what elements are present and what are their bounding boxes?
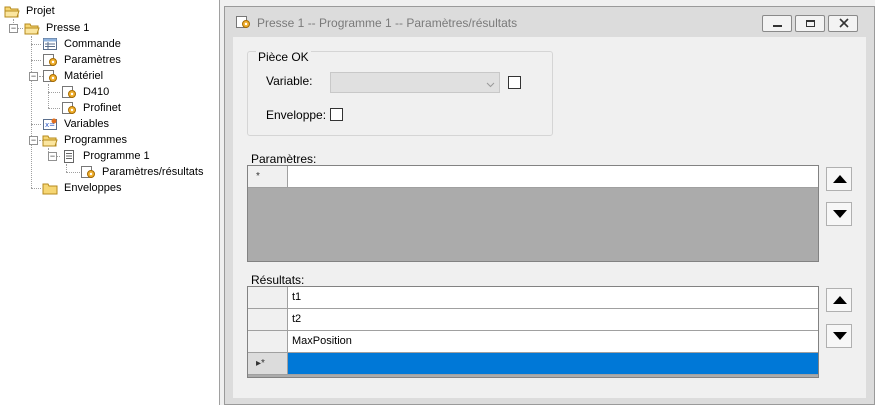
tree-item-parametres[interactable]: Paramètres bbox=[42, 52, 132, 68]
enveloppe-checkbox[interactable] bbox=[330, 108, 343, 121]
minimize-button[interactable] bbox=[762, 15, 792, 32]
expand-materiel-toggle[interactable]: − bbox=[29, 72, 38, 81]
resultats-grid[interactable]: t1 t2 MaxPosition ▸* bbox=[247, 286, 819, 378]
window-client-area: Pièce OK Variable: Enveloppe: Paramètres… bbox=[233, 37, 866, 398]
row-header bbox=[248, 309, 288, 330]
variable-label: Variable: bbox=[266, 74, 313, 88]
arrow-down-icon bbox=[833, 332, 847, 340]
tree-item-profinet[interactable]: Profinet bbox=[61, 100, 131, 116]
arrow-up-icon bbox=[833, 296, 847, 304]
resultats-label: Résultats: bbox=[251, 273, 305, 287]
tree-item-presse[interactable]: Presse 1 bbox=[24, 20, 94, 36]
variable-checkbox[interactable] bbox=[508, 76, 521, 89]
settings-document-icon bbox=[61, 85, 77, 99]
piece-ok-group: Pièce OK Variable: Enveloppe: bbox=[247, 50, 553, 136]
tree-item-projet[interactable]: Projet bbox=[4, 3, 64, 19]
resultats-move-up-button[interactable] bbox=[826, 288, 852, 312]
settings-document-icon bbox=[61, 101, 77, 115]
tree-item-enveloppes[interactable]: Enveloppes bbox=[42, 180, 132, 196]
project-tree[interactable]: Projet − Presse 1 Commande Paramètres − … bbox=[0, 0, 220, 405]
expand-programme1-toggle[interactable]: − bbox=[48, 152, 57, 161]
row-header: ▸* bbox=[248, 353, 288, 374]
settings-document-icon bbox=[42, 69, 58, 83]
variable-combobox[interactable] bbox=[330, 72, 500, 93]
folder-open-icon bbox=[4, 4, 20, 18]
table-row[interactable]: t1 bbox=[248, 287, 818, 309]
expand-programmes-toggle[interactable]: − bbox=[29, 136, 38, 145]
table-row[interactable]: MaxPosition bbox=[248, 331, 818, 353]
resultats-move-down-button[interactable] bbox=[826, 324, 852, 348]
row-header bbox=[248, 287, 288, 308]
window-titlebar[interactable]: Presse 1 -- Programme 1 -- Paramètres/ré… bbox=[225, 7, 874, 37]
expand-presse-toggle[interactable]: − bbox=[9, 24, 18, 33]
resultat-cell[interactable]: MaxPosition bbox=[292, 331, 352, 352]
tree-item-materiel[interactable]: Matériel bbox=[42, 68, 122, 84]
resultat-cell[interactable]: t2 bbox=[292, 309, 301, 330]
arrow-up-icon bbox=[833, 175, 847, 183]
parametres-label: Paramètres: bbox=[251, 152, 317, 166]
variables-icon: x= bbox=[42, 117, 58, 131]
minimize-icon bbox=[773, 25, 782, 27]
parametres-new-row[interactable]: * bbox=[248, 166, 818, 188]
tree-item-programmes[interactable]: Programmes bbox=[42, 132, 132, 148]
settings-document-icon bbox=[80, 165, 96, 179]
window-icon bbox=[235, 15, 251, 32]
row-header bbox=[248, 331, 288, 352]
close-icon bbox=[838, 17, 850, 32]
tree-item-commande[interactable]: Commande bbox=[42, 36, 132, 52]
folder-icon bbox=[42, 181, 58, 195]
row-header: * bbox=[248, 166, 288, 187]
arrow-down-icon bbox=[833, 210, 847, 218]
restore-icon bbox=[806, 20, 815, 27]
folder-open-icon bbox=[24, 21, 40, 35]
window-title: Presse 1 -- Programme 1 -- Paramètres/ré… bbox=[257, 16, 518, 30]
restore-button[interactable] bbox=[795, 15, 825, 32]
folder-open-icon bbox=[42, 133, 58, 147]
resultats-new-row[interactable]: ▸* bbox=[248, 353, 818, 375]
close-button[interactable] bbox=[828, 15, 858, 32]
mdi-child-window: Presse 1 -- Programme 1 -- Paramètres/ré… bbox=[224, 6, 875, 405]
parametres-move-down-button[interactable] bbox=[826, 202, 852, 226]
enveloppe-label: Enveloppe: bbox=[266, 108, 327, 122]
chevron-down-icon bbox=[486, 79, 495, 91]
tree-item-parametres-resultats[interactable]: Paramètres/résultats bbox=[80, 164, 210, 180]
program-document-icon bbox=[61, 149, 77, 163]
settings-document-icon bbox=[42, 53, 58, 67]
tree-item-variables[interactable]: x= Variables bbox=[42, 116, 122, 132]
tree-item-programme-1[interactable]: Programme 1 bbox=[61, 148, 156, 164]
table-icon bbox=[42, 37, 58, 51]
resultat-cell[interactable]: t1 bbox=[292, 287, 301, 308]
piece-ok-group-label: Pièce OK bbox=[256, 50, 311, 64]
parametres-move-up-button[interactable] bbox=[826, 167, 852, 191]
table-row[interactable]: t2 bbox=[248, 309, 818, 331]
parametres-grid[interactable]: * bbox=[247, 165, 819, 262]
tree-item-d410[interactable]: D410 bbox=[61, 84, 121, 100]
